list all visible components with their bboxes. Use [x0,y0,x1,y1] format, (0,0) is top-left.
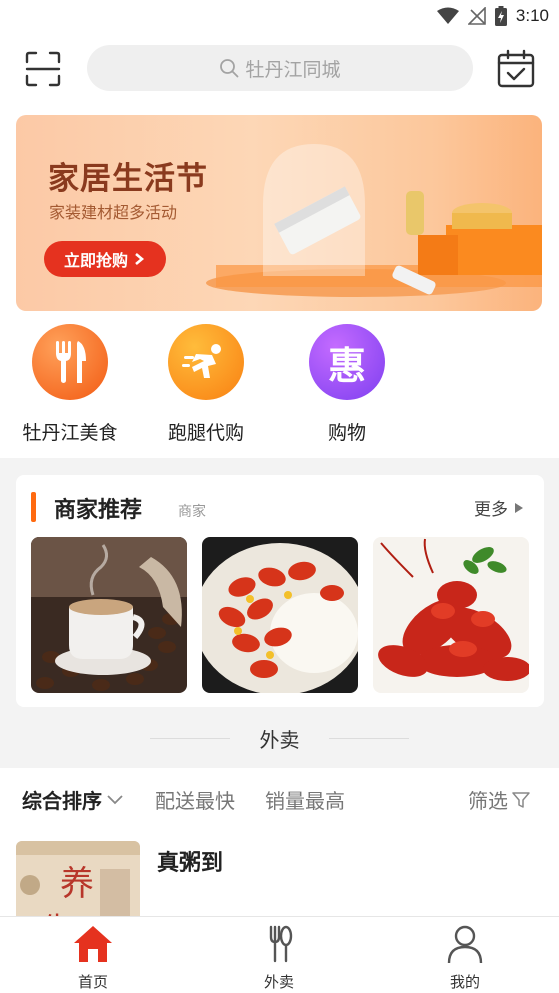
home-icon [74,926,112,962]
section-subtitle: 商家 [178,504,206,520]
banner-subtitle: 家装建材超多活动 [49,203,178,222]
more-link[interactable]: 更多 [474,495,524,520]
merchant-recommendations: 商家推荐 商家 更多 [16,475,544,707]
no-signal-icon [467,7,486,25]
tab-label: 外卖 [263,973,294,991]
utensils-icon [269,925,293,963]
funnel-icon [512,791,530,808]
quick-nav: 牡丹江美食 跑腿代购 惠 购物 [0,324,559,454]
user-icon [447,925,483,964]
status-bar: 3:10 [0,0,559,32]
tab-label: 首页 [77,973,108,991]
shop-name: 真粥到 [157,851,224,876]
battery-charging-icon [494,6,507,26]
sort-top-sales[interactable]: 销量最高 [265,785,345,814]
quick-nav-shopping[interactable]: 惠 购物 [287,324,407,445]
banner-title: 家居生活节 [48,161,208,197]
hui-glyph: 惠 [327,343,366,388]
search-icon [220,59,239,78]
quick-nav-errand[interactable]: 跑腿代购 [146,324,266,445]
banner-cta-button[interactable]: 立即抢购 [44,241,166,277]
promo-banner[interactable]: 家居生活节 家装建材超多活动 立即抢购 [16,115,542,311]
play-right-icon [515,502,523,513]
tab-home[interactable]: 首页 [33,923,153,992]
tab-profile[interactable]: 我的 [405,923,525,992]
calendar-check-icon[interactable] [496,49,536,89]
filter-button[interactable]: 筛选 [468,785,530,814]
banner-product-art [206,143,542,297]
sort-comprehensive[interactable]: 综合排序 [22,785,124,814]
sort-label: 销量最高 [265,789,345,813]
search-bar[interactable]: 牡丹江同城 [87,45,473,91]
takeout-divider: 外卖 [0,720,559,760]
status-time: 3:10 [515,6,549,25]
section-accent-bar [31,492,36,522]
divider-line-right [329,738,409,739]
more-label: 更多 [474,500,508,520]
crayfish-rice-image[interactable] [202,537,358,693]
app-screen: 3:10 牡丹江同城 家居生活节 家装建材超多活动 立即抢购 牡丹江美食 跑腿代… [0,0,559,993]
runner-icon [168,324,244,400]
sort-fastest-delivery[interactable]: 配送最快 [155,785,235,814]
quick-nav-label: 购物 [327,422,366,444]
crayfish-image[interactable] [373,537,529,693]
quick-nav-label: 牡丹江美食 [22,422,118,444]
tab-takeout[interactable]: 外卖 [219,923,339,992]
bottom-tab-bar: 首页 外卖 我的 [0,916,559,993]
tab-label: 我的 [449,973,480,991]
banner-cta-label: 立即抢购 [63,251,128,270]
svg-text:养: 养 [60,864,94,904]
chevron-down-icon [107,794,123,804]
top-section: 家居生活节 家装建材超多活动 立即抢购 牡丹江美食 跑腿代购 惠 购物 [0,112,559,458]
shop-list: 养 生 真粥到 [0,828,559,918]
status-icons: 3:10 [436,6,549,26]
coffee-image[interactable] [31,537,187,693]
sort-bar: 综合排序 配送最快 销量最高 筛选 [0,768,559,828]
wifi-icon [436,7,459,24]
quick-nav-food[interactable]: 牡丹江美食 [10,324,130,445]
hui-icon: 惠 [309,324,385,400]
search-placeholder: 牡丹江同城 [245,58,341,81]
filter-label: 筛选 [468,789,508,813]
quick-nav-label: 跑腿代购 [167,422,244,444]
fork-knife-icon [32,324,108,400]
shop-thumbnail: 养 生 [16,841,140,918]
header: 牡丹江同城 [0,32,559,112]
section-title: 商家推荐 [54,498,143,523]
chevron-right-icon [135,253,145,265]
takeout-heading: 外卖 [259,728,300,752]
sort-label: 综合排序 [22,789,102,813]
scan-icon[interactable] [24,50,62,88]
sort-label: 配送最快 [155,789,235,813]
